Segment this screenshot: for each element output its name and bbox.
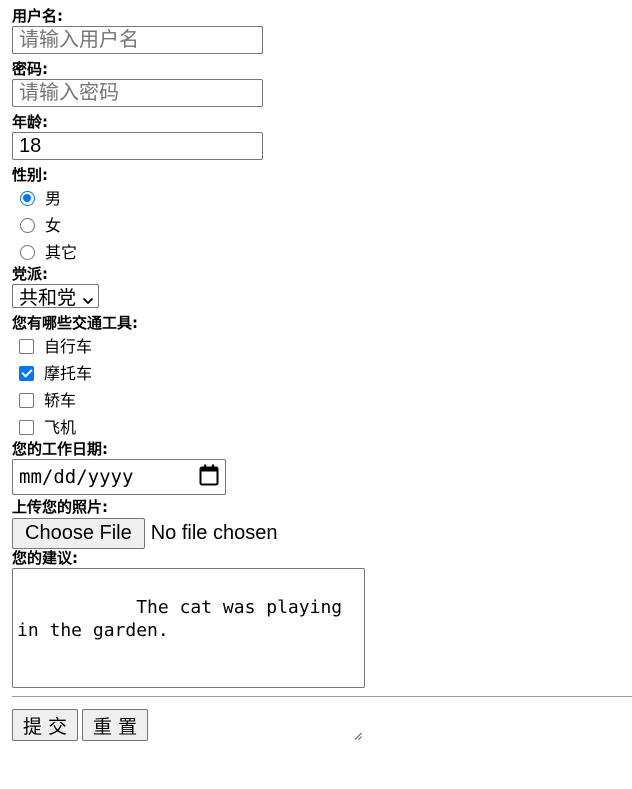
password-input[interactable] <box>12 79 263 107</box>
suggestion-label: 您的建议: <box>12 549 78 567</box>
choose-file-button[interactable]: Choose File <box>12 517 145 549</box>
photo-upload: Choose File No file chosen <box>12 517 632 549</box>
vehicle-option-airplane[interactable]: 飞机 <box>12 414 632 441</box>
file-status-text: No file chosen <box>150 521 278 544</box>
gender-option-label: 女 <box>45 215 62 235</box>
party-label: 党派: <box>12 265 48 283</box>
checkbox-car[interactable] <box>19 393 34 408</box>
divider <box>12 696 632 697</box>
work-date-placeholder: mm/dd/yyyy <box>19 466 134 488</box>
password-label: 密码: <box>12 60 48 78</box>
age-label: 年龄: <box>12 113 48 131</box>
radio-female[interactable] <box>20 218 35 233</box>
vehicles-label: 您有哪些交通工具: <box>12 314 138 332</box>
vehicle-option-label: 轿车 <box>44 390 77 410</box>
checkbox-bicycle[interactable] <box>19 339 34 354</box>
work-date-label: 您的工作日期: <box>12 440 108 458</box>
vehicle-option-car[interactable]: 轿车 <box>12 387 632 414</box>
suggestion-text: The cat was playing in the garden. <box>17 597 353 641</box>
gender-option-label: 其它 <box>45 242 78 262</box>
gender-option-male[interactable]: 男 <box>12 185 632 212</box>
radio-male[interactable] <box>20 191 35 206</box>
chevron-down-icon <box>82 290 94 305</box>
age-input[interactable] <box>12 132 263 160</box>
suggestion-textarea[interactable]: The cat was playing in the garden. <box>12 568 365 740</box>
work-date-input[interactable]: mm/dd/yyyy <box>12 459 226 495</box>
gender-option-female[interactable]: 女 <box>12 212 632 239</box>
vehicle-option-label: 飞机 <box>44 417 77 437</box>
photo-label: 上传您的照片: <box>12 498 108 516</box>
vehicle-option-label: 摩托车 <box>44 363 93 383</box>
gender-option-label: 男 <box>45 188 62 208</box>
gender-label: 性别: <box>12 166 48 184</box>
username-label: 用户名: <box>12 7 63 25</box>
gender-option-other[interactable]: 其它 <box>12 239 632 266</box>
reset-button[interactable]: 重 置 <box>82 709 149 741</box>
submit-button[interactable]: 提 交 <box>12 709 79 741</box>
checkbox-airplane[interactable] <box>19 420 34 435</box>
party-selected-value: 共和党 <box>19 286 77 309</box>
calendar-icon[interactable] <box>199 464 219 491</box>
vehicle-option-label: 自行车 <box>44 336 93 356</box>
vehicle-option-motorcycle[interactable]: 摩托车 <box>12 360 632 387</box>
registration-form: 用户名: 密码: 年龄: 性别: 男 女 其它 党派: 共和党 您有哪些交通工具… <box>12 8 632 741</box>
username-input[interactable] <box>12 26 263 54</box>
checkbox-motorcycle[interactable] <box>19 366 34 381</box>
radio-other[interactable] <box>20 245 35 260</box>
gender-options: 男 女 其它 <box>12 185 632 266</box>
party-select[interactable]: 共和党 <box>12 284 100 309</box>
vehicles-options: 自行车 摩托车 轿车 飞机 <box>12 333 632 441</box>
resize-grip-icon[interactable] <box>354 677 362 740</box>
form-actions: 提 交 重 置 <box>12 709 632 741</box>
vehicle-option-bicycle[interactable]: 自行车 <box>12 333 632 360</box>
